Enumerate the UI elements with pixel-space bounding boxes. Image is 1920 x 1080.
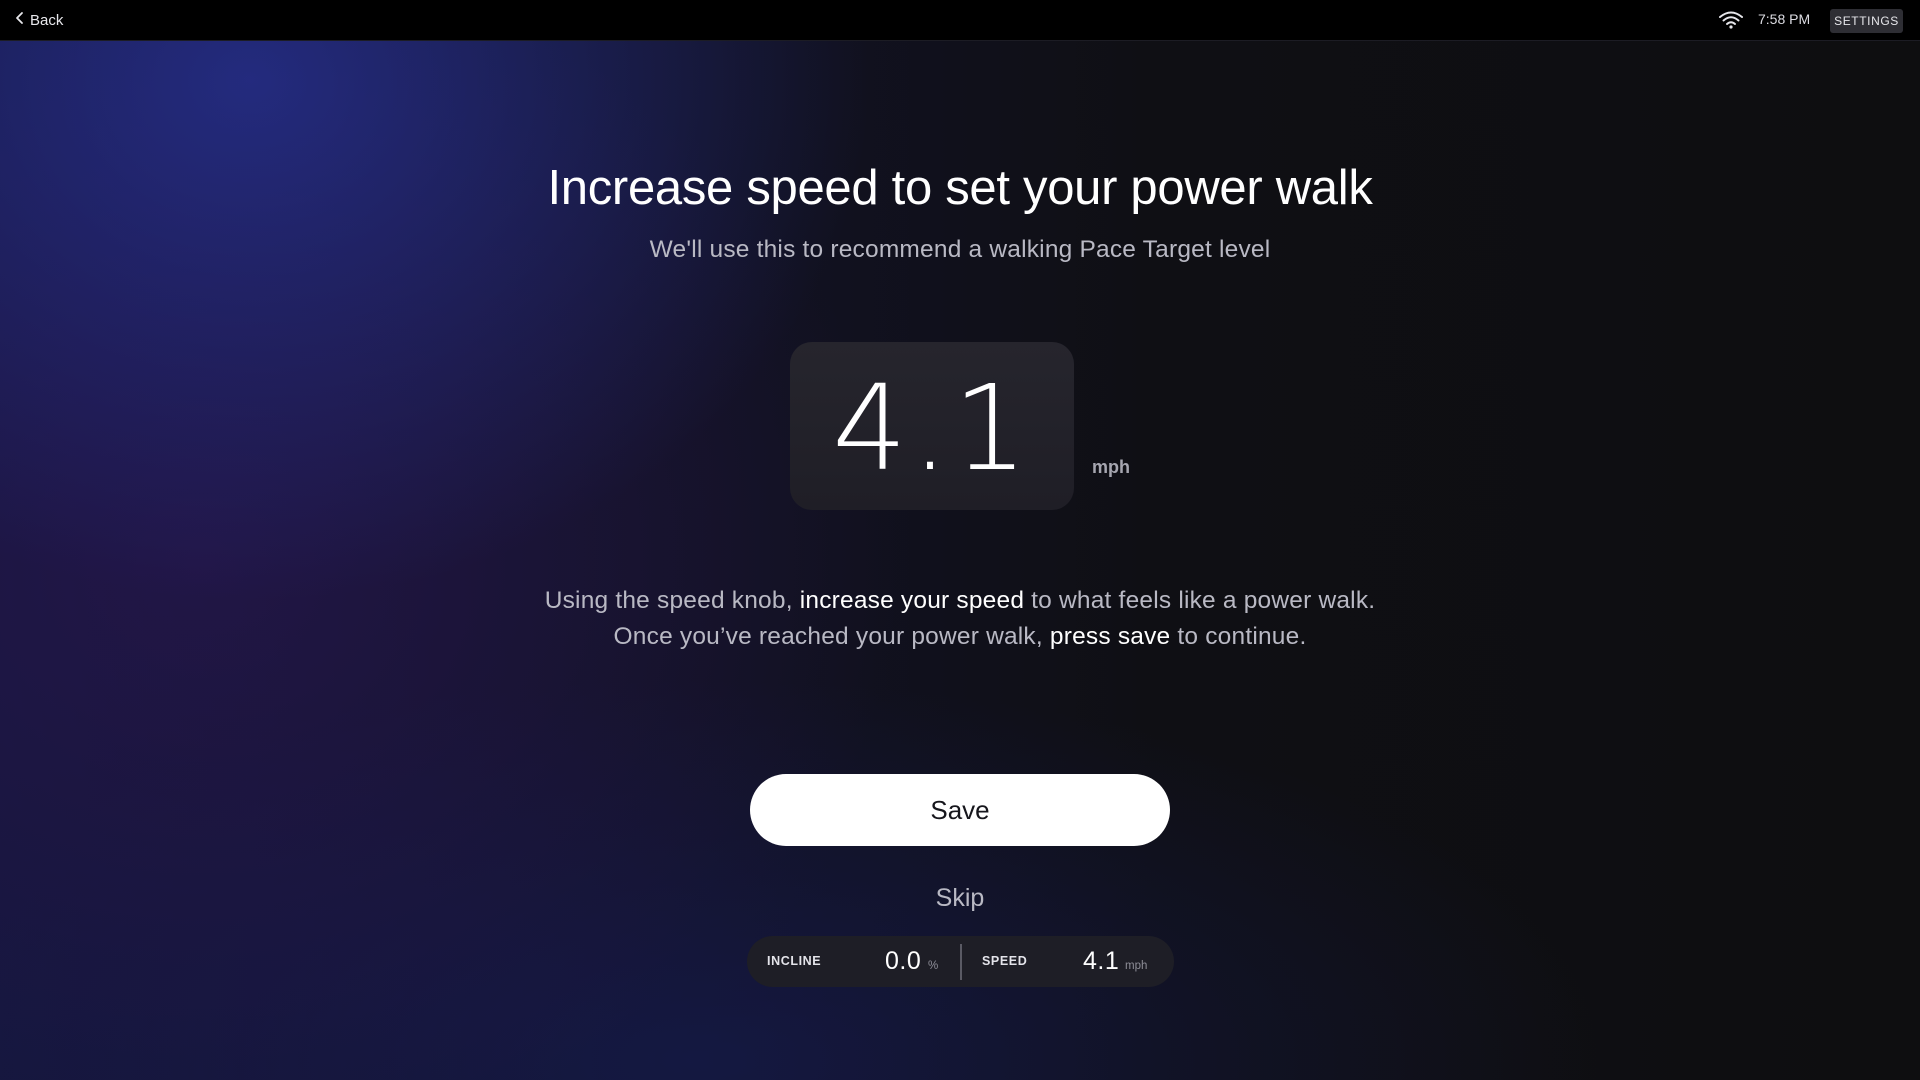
speed-value: 4.1 — [832, 359, 1032, 497]
incline-label: INCLINE — [767, 954, 822, 968]
metrics-bar: INCLINE 0.0 % SPEED 4.1 mph — [747, 936, 1174, 987]
incline-unit: % — [928, 960, 939, 972]
instructions-highlight: increase your speed — [799, 587, 1025, 614]
instructions-highlight: press save — [1049, 623, 1171, 650]
incline-value: 0.0 — [885, 947, 922, 975]
instructions-text-segment: Once you’ve reached your power walk, — [613, 623, 1050, 650]
speed-label: SPEED — [982, 954, 1028, 968]
metrics-speed-value: 4.1 — [1083, 947, 1120, 975]
metrics-divider — [960, 944, 962, 980]
metrics-speed-unit: mph — [1125, 960, 1148, 972]
instructions-line-1: Using the speed knob, increase your spee… — [0, 583, 1920, 619]
speed-display: 4.1 — [790, 342, 1074, 510]
instructions-line-2: Once you’ve reached your power walk, pre… — [0, 619, 1920, 655]
speed-unit: mph — [1092, 457, 1130, 477]
page-title: Increase speed to set your power walk — [547, 161, 1373, 215]
top-bar: Back 7:58 PM SETTINGS — [0, 0, 1920, 41]
settings-button[interactable]: SETTINGS — [1830, 9, 1903, 33]
save-button[interactable]: Save — [750, 774, 1170, 846]
chevron-left-icon — [14, 11, 26, 29]
instructions-text-segment: to continue. — [1170, 623, 1307, 650]
instructions-text-segment: Using the speed knob, — [544, 587, 800, 614]
back-label: Back — [30, 11, 64, 29]
skip-button[interactable]: Skip — [0, 884, 1920, 913]
instructions-text: Using the speed knob, increase your spee… — [0, 583, 1920, 655]
instructions-text-segment: to what feels like a power walk. — [1024, 587, 1376, 614]
clock-time: 7:58 PM — [1758, 11, 1811, 27]
back-button[interactable]: Back — [14, 9, 63, 31]
page-subtitle: We'll use this to recommend a walking Pa… — [649, 236, 1271, 263]
wifi-icon — [1718, 10, 1744, 30]
